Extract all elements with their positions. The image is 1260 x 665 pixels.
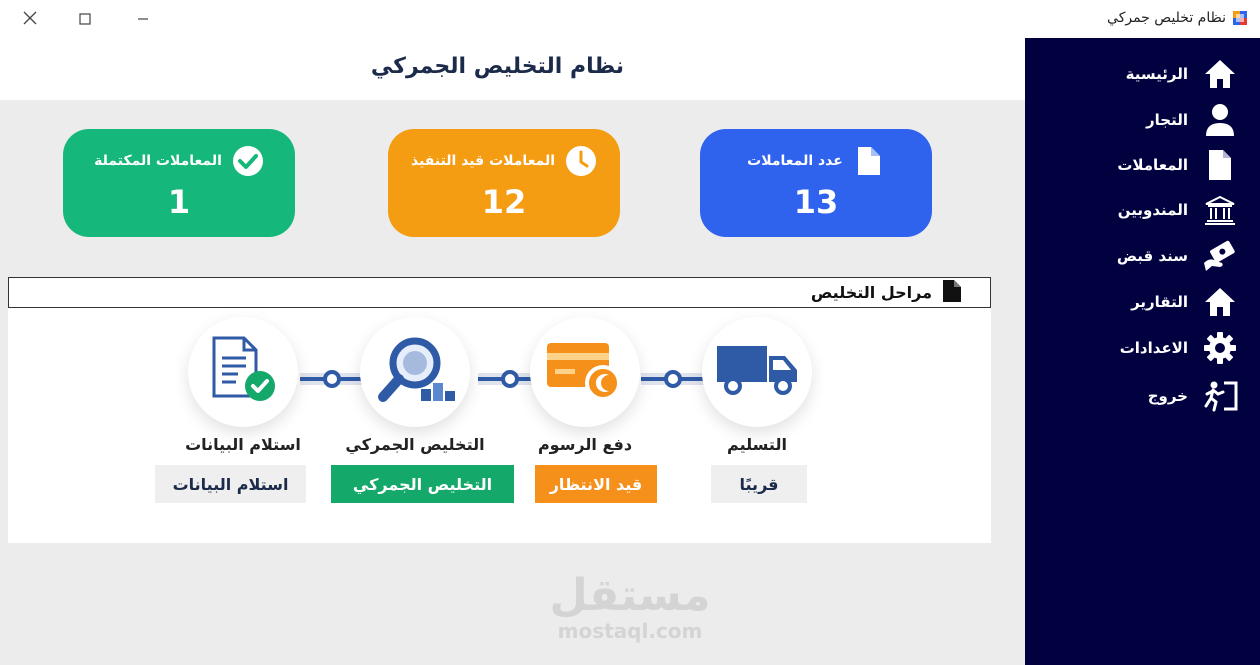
- stage-label: دفع الرسوم: [537, 435, 633, 454]
- sidebar-item-label: خروج: [1147, 387, 1188, 405]
- sidebar-item-reports[interactable]: التقارير: [1131, 282, 1238, 322]
- stage-status-badge: استلام البيانات: [155, 465, 306, 503]
- payment-hand-icon: [1202, 238, 1238, 274]
- page-header: نظام التخليص الجمركي: [0, 38, 1025, 100]
- close-icon: [23, 10, 37, 29]
- document-icon: [942, 279, 962, 307]
- sidebar: الرئيسية التجار المعاملات المندوبين سند …: [1025, 38, 1260, 665]
- card-completed[interactable]: المعاملات المكتملة 1: [63, 129, 295, 237]
- sidebar-item-label: المعاملات: [1117, 156, 1188, 174]
- card-value: 12: [481, 183, 527, 221]
- exit-icon: [1202, 378, 1238, 414]
- stage-status-badge: التخليص الجمركي: [331, 465, 514, 503]
- stage-fees[interactable]: دفع الرسوم قيد الانتظار: [495, 317, 675, 517]
- truck-icon: [715, 340, 799, 404]
- page-title: نظام التخليص الجمركي: [370, 54, 625, 79]
- watermark-arabic: مستقل: [549, 570, 711, 621]
- stage-circle: [530, 317, 640, 427]
- stage-label: استلام البيانات: [185, 435, 301, 454]
- credit-card-icon: [543, 339, 627, 405]
- window-title: نظام تخليص جمركي: [1107, 10, 1248, 26]
- bank-icon: [1202, 192, 1238, 228]
- sidebar-item-label: التقارير: [1131, 293, 1188, 311]
- maximize-icon: [79, 10, 91, 29]
- card-label: المعاملات المكتملة: [94, 153, 222, 169]
- window-titlebar: نظام تخليص جمركي: [0, 0, 1260, 38]
- sidebar-item-delegates[interactable]: المندوبين: [1118, 190, 1238, 230]
- sidebar-item-exit[interactable]: خروج: [1148, 376, 1238, 416]
- stage-circle: [360, 317, 470, 427]
- document-check-icon: [208, 336, 278, 408]
- sidebar-item-transactions[interactable]: المعاملات: [1117, 145, 1238, 185]
- sidebar-item-label: الرئيسية: [1125, 65, 1188, 83]
- minimize-icon: [137, 10, 149, 29]
- minimize-button[interactable]: [113, 0, 173, 38]
- card-label: المعاملات قيد التنفيذ: [410, 153, 556, 169]
- sidebar-item-home[interactable]: الرئيسية: [1126, 54, 1238, 94]
- app-icon: [1232, 10, 1248, 26]
- stages-panel-header: مراحل التخليص: [8, 277, 991, 308]
- user-icon: [1202, 102, 1238, 138]
- sidebar-item-label: سند قبض: [1116, 247, 1188, 265]
- stage-circle: [188, 317, 298, 427]
- sidebar-item-receipt[interactable]: سند قبض: [1117, 236, 1238, 276]
- watermark-latin: mostaql.com: [557, 619, 703, 643]
- window-title-text: نظام تخليص جمركي: [1107, 10, 1226, 26]
- close-button[interactable]: [0, 0, 60, 38]
- card-value: 13: [793, 183, 839, 221]
- stage-label: التخليص الجمركي: [345, 435, 485, 454]
- gear-icon: [1202, 330, 1238, 366]
- sidebar-item-label: المندوبين: [1117, 201, 1188, 219]
- stage-customs-clearance[interactable]: التخليص الجمركي التخليص الجمركي: [325, 317, 514, 517]
- home-icon: [1202, 284, 1238, 320]
- sidebar-item-traders[interactable]: التجار: [1146, 100, 1238, 140]
- home-icon: [1202, 56, 1238, 92]
- stage-delivery[interactable]: التسليم قريبًا: [667, 317, 847, 517]
- card-total-transactions[interactable]: عدد المعاملات 13: [700, 129, 932, 237]
- stage-status-badge: قيد الانتظار: [535, 465, 657, 503]
- document-icon: [853, 145, 885, 177]
- stage-data-receipt[interactable]: استلام البيانات استلام البيانات: [153, 317, 333, 517]
- document-icon: [1202, 147, 1238, 183]
- clock-icon: [565, 145, 597, 177]
- stage-status-badge: قريبًا: [711, 465, 807, 503]
- sidebar-item-label: الاعدادات: [1119, 339, 1188, 357]
- magnifier-icon: [373, 335, 457, 409]
- sidebar-item-settings[interactable]: الاعدادات: [1120, 328, 1238, 368]
- main-content: عدد المعاملات 13 المعاملات قيد التنفيذ 1…: [0, 100, 1025, 665]
- maximize-button[interactable]: [55, 0, 115, 38]
- stage-label: التسليم: [727, 435, 787, 454]
- stage-circle: [702, 317, 812, 427]
- stages-panel-title: مراحل التخليص: [810, 283, 932, 302]
- stages-panel: مراحل التخليص التسليم قريبًا دفع الرسوم …: [8, 277, 991, 543]
- card-value: 1: [167, 183, 191, 221]
- watermark: مستقل mostaql.com: [530, 570, 730, 643]
- sidebar-item-label: التجار: [1146, 111, 1188, 129]
- card-label: عدد المعاملات: [747, 153, 843, 169]
- card-in-progress[interactable]: المعاملات قيد التنفيذ 12: [388, 129, 620, 237]
- check-circle-icon: [232, 145, 264, 177]
